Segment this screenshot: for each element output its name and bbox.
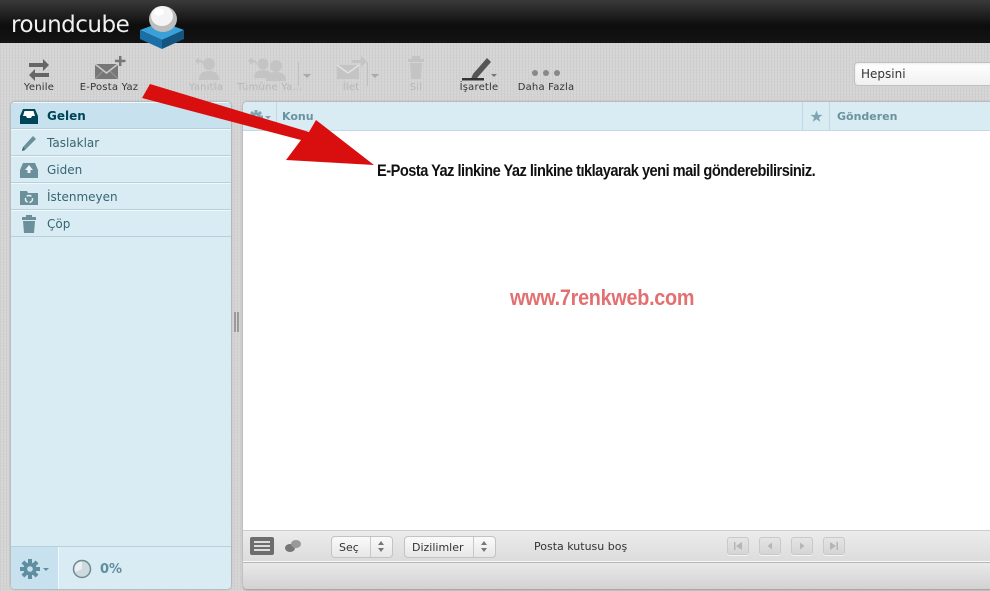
reply-all-people-icon: [248, 57, 286, 81]
compose-button[interactable]: E-Posta Yaz: [73, 54, 145, 98]
message-list-header: Konu Gönderen: [243, 102, 990, 131]
reply-all-button[interactable]: Tümüne Ya...: [237, 54, 302, 98]
reply-all-dropdown-icon[interactable]: [303, 74, 311, 78]
refresh-arrows-icon: [29, 59, 49, 81]
first-page-icon: [734, 542, 742, 550]
gear-icon: [20, 559, 49, 579]
delete-button[interactable]: Sil: [401, 54, 431, 98]
list-options-button[interactable]: [243, 102, 277, 131]
message-list-footer: Seç Dizilimler Posta kutusu boş: [243, 530, 990, 561]
select-updown-icon: [370, 537, 392, 557]
next-page-button[interactable]: [791, 537, 813, 555]
column-flag[interactable]: [802, 102, 830, 131]
select-menu[interactable]: Seç: [331, 536, 393, 558]
more-dots-icon: [532, 70, 560, 76]
threads-toggle-icon[interactable]: [284, 538, 302, 554]
compose-envelope-plus-icon: [94, 56, 126, 80]
column-subject[interactable]: Konu: [282, 110, 314, 123]
threads-menu[interactable]: Dizilimler: [404, 536, 496, 558]
forward-envelope-icon: [336, 56, 367, 79]
gear-icon: [249, 110, 271, 124]
trash-icon: [408, 56, 424, 79]
folder-drafts[interactable]: Taslaklar: [11, 129, 231, 156]
previous-page-button[interactable]: [759, 537, 781, 555]
search-filter-value: Hepsini: [861, 67, 906, 81]
watermark-text: www.7renkweb.com: [510, 285, 695, 310]
folder-inbox[interactable]: Gelen: [11, 102, 231, 129]
refresh-button[interactable]: Yenile: [18, 54, 60, 98]
list-view-toggle[interactable]: [250, 537, 274, 555]
folder-settings-button[interactable]: [11, 547, 59, 589]
previous-page-icon: [767, 542, 772, 550]
quota-text: 0%: [100, 562, 123, 577]
roundcube-logo-icon: [140, 6, 184, 49]
search-filter-select[interactable]: Hepsini: [854, 62, 990, 86]
folder-sent[interactable]: Giden: [11, 156, 231, 183]
reply-button[interactable]: Yanıtla: [182, 54, 230, 98]
sidebar-footer: 0%: [11, 546, 231, 589]
folder-sidebar: Gelen Taslaklar Giden İstenmeyen Çöp 0%: [11, 102, 231, 589]
annotation-text: E-Posta Yaz linkine Yaz linkine tıklayar…: [377, 161, 816, 180]
message-count: Posta kutusu boş: [534, 540, 628, 553]
outbox-icon: [20, 163, 38, 178]
star-icon: [810, 110, 823, 122]
folder-junk[interactable]: İstenmeyen: [11, 183, 231, 210]
last-page-icon: [830, 542, 838, 550]
forward-dropdown-icon[interactable]: [371, 74, 379, 78]
pane-splitter[interactable]: [234, 312, 240, 334]
folder-trash[interactable]: Çöp: [11, 210, 231, 237]
toolbar-separator: [298, 62, 299, 86]
top-header-bar: roundcube: [0, 0, 990, 49]
marker-pen-icon: [462, 58, 497, 81]
column-from[interactable]: Gönderen: [837, 110, 897, 123]
first-page-button[interactable]: [727, 537, 749, 555]
main-toolbar: Yenile E-Posta Yaz Yanıtla Tümüne Ya...: [0, 44, 990, 100]
trash-icon: [22, 215, 36, 233]
more-button[interactable]: Daha Fazla: [513, 54, 579, 98]
reply-person-icon: [195, 57, 219, 80]
pencil-icon: [22, 136, 36, 151]
junk-recycle-icon: [20, 191, 38, 205]
mark-button[interactable]: İşaretle: [455, 54, 503, 98]
forward-button[interactable]: İlet: [330, 54, 372, 98]
inbox-icon: [20, 109, 38, 124]
quota-pie-icon: [72, 559, 92, 579]
last-page-button[interactable]: [823, 537, 845, 555]
logo-text: roundcube: [11, 12, 130, 38]
select-updown-icon: [473, 537, 495, 557]
next-page-icon: [800, 542, 805, 550]
status-bar: [243, 562, 990, 589]
toolbar-separator: [367, 62, 368, 86]
